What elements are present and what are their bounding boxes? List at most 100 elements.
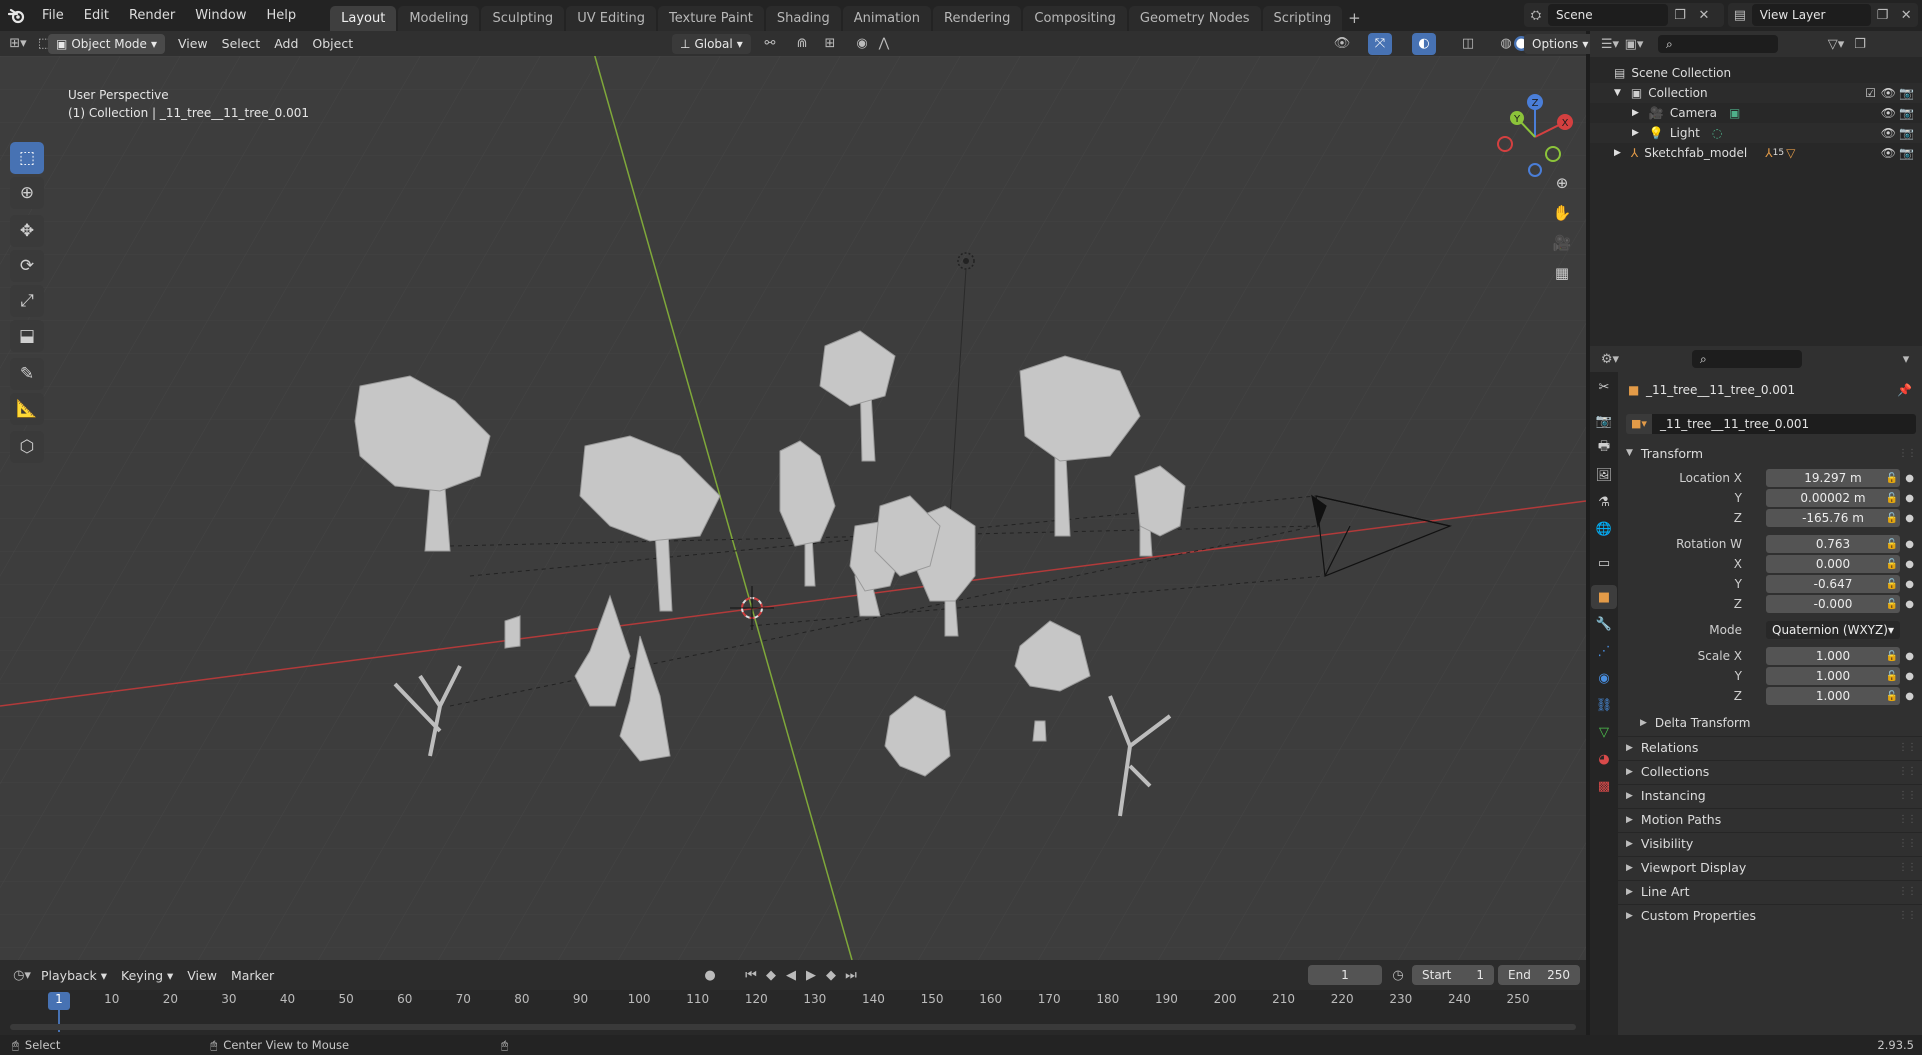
object-name-field[interactable]: _11_tree__11_tree_0.001 — [1652, 414, 1916, 434]
collections-panel-header[interactable]: ▶ Collections ⋮⋮ — [1618, 760, 1922, 782]
location-y-field[interactable]: 0.00002 m — [1766, 489, 1900, 507]
keyframe-dot-icon[interactable]: ● — [1905, 599, 1914, 610]
keyframe-dot-icon[interactable]: ● — [1905, 559, 1914, 570]
viewport-display-panel-header[interactable]: ▶ Viewport Display ⋮⋮ — [1618, 856, 1922, 878]
neg-y-axis-handle[interactable] — [1545, 146, 1561, 162]
menu-select[interactable]: Select — [215, 31, 268, 56]
record-keyframe-icon[interactable]: ● — [698, 964, 722, 986]
tool-tab-icon[interactable]: ✂ — [1591, 375, 1617, 399]
collapse-arrow-icon[interactable]: ▼ — [1614, 88, 1621, 98]
drag-handle-icon[interactable]: ⋮⋮ — [1898, 766, 1917, 777]
3d-viewport[interactable]: User Perspective (1) Collection | _11_tr… — [0, 56, 1586, 960]
lock-icon[interactable]: 🔓 — [1886, 493, 1898, 504]
keyframe-dot-icon[interactable]: ● — [1905, 513, 1914, 524]
eye-icon[interactable]: 👁 — [1881, 146, 1896, 160]
neg-x-axis-handle[interactable] — [1497, 136, 1513, 152]
lock-icon[interactable]: 🔓 — [1886, 599, 1898, 610]
expand-arrow-icon[interactable]: ▶ — [1632, 128, 1639, 138]
keyframe-dot-icon[interactable]: ● — [1905, 493, 1914, 504]
menu-window[interactable]: Window — [185, 0, 256, 31]
copy-view-layer-icon[interactable]: ❐ — [1871, 4, 1895, 26]
instancing-panel-header[interactable]: ▶ Instancing ⋮⋮ — [1618, 784, 1922, 806]
world-tab-icon[interactable]: 🌐 — [1591, 517, 1617, 541]
properties-editor-icon[interactable]: ⚙▾ — [1598, 348, 1622, 370]
cursor-tool-icon[interactable]: ⊕ — [10, 177, 44, 209]
add-cube-tool-icon[interactable]: ⬡ — [10, 431, 44, 463]
transform-orientation-dropdown[interactable]: ⊥ Global ▾ — [672, 33, 751, 54]
overlays-toggle-icon[interactable]: ◐ — [1412, 32, 1436, 55]
gizmo-toggle-icon[interactable]: ⤧ — [1368, 32, 1392, 55]
scale-tool-icon[interactable]: ⤢ — [10, 285, 44, 317]
rotation-w-field[interactable]: 0.763 — [1766, 535, 1900, 553]
outliner-row-light[interactable]: ▶ 💡 Light ◌ 👁 📷 — [1590, 123, 1922, 143]
annotate-tool-icon[interactable]: ✎ — [10, 358, 44, 390]
drag-handle-icon[interactable]: ⋮⋮ — [1898, 838, 1917, 849]
render-camera-icon[interactable]: 📷 — [1899, 86, 1914, 100]
object-mode-dropdown[interactable]: ▣ Object Mode ▾ — [48, 33, 165, 54]
menu-edit[interactable]: Edit — [74, 0, 119, 31]
play-icon[interactable]: ▶ — [802, 964, 820, 986]
zoom-icon[interactable]: ⊕ — [1548, 170, 1576, 196]
rotation-y-field[interactable]: -0.647 — [1766, 575, 1900, 593]
object-datablock-icon[interactable]: ■▾ — [1626, 414, 1652, 434]
camera-view-icon[interactable]: 🎥 — [1548, 230, 1576, 256]
new-collection-icon[interactable]: ❐ — [1848, 33, 1872, 55]
expand-arrow-icon[interactable]: ▶ — [1614, 148, 1621, 158]
material-tab-icon[interactable]: ◕ — [1591, 747, 1617, 771]
line-art-panel-header[interactable]: ▶ Line Art ⋮⋮ — [1618, 880, 1922, 902]
xray-toggle-icon[interactable]: ◫ — [1456, 33, 1480, 55]
location-z-field[interactable]: -165.76 m — [1766, 509, 1900, 527]
tab-compositing[interactable]: Compositing — [1023, 6, 1127, 31]
jump-start-icon[interactable]: ⏮ — [742, 964, 760, 986]
render-camera-icon[interactable]: 📷 — [1899, 126, 1914, 140]
relations-panel-header[interactable]: ▶ Relations ⋮⋮ — [1618, 736, 1922, 758]
tab-geometry-nodes[interactable]: Geometry Nodes — [1128, 6, 1261, 31]
navigation-gizmo[interactable]: X Z Y — [1490, 92, 1580, 182]
rotation-x-field[interactable]: 0.000 — [1766, 555, 1900, 573]
drag-handle-icon[interactable]: ⋮⋮ — [1898, 742, 1917, 753]
data-tab-icon[interactable]: ▽ — [1591, 720, 1617, 744]
custom-properties-panel-header[interactable]: ▶ Custom Properties ⋮⋮ — [1618, 904, 1922, 926]
particles-tab-icon[interactable]: ⋰ — [1591, 639, 1617, 663]
location-x-field[interactable]: 19.297 m — [1766, 469, 1900, 487]
drag-handle-icon[interactable]: ⋮⋮ — [1898, 448, 1917, 459]
tab-sculpting[interactable]: Sculpting — [481, 6, 565, 31]
outliner-row-collection[interactable]: ▼ ▣ Collection ☑ 👁 📷 — [1590, 83, 1922, 103]
lock-icon[interactable]: 🔓 — [1886, 539, 1898, 550]
pin-icon[interactable]: 📌 — [1897, 383, 1912, 397]
eye-icon[interactable]: 👁 — [1881, 126, 1896, 140]
lock-icon[interactable]: 🔓 — [1886, 691, 1898, 702]
blender-logo-icon[interactable] — [6, 5, 28, 27]
wireframe-shading-icon[interactable]: ◍ — [1500, 36, 1511, 51]
timeline-scrollbar[interactable] — [10, 1024, 1576, 1030]
display-mode-icon[interactable]: ▣▾ — [1622, 33, 1646, 55]
frame-ruler[interactable]: 1 10 20 30 40 50 60 70 80 90 100 110 120 130 140 150 160… — [0, 990, 1586, 1035]
drag-handle-icon[interactable]: ⋮⋮ — [1898, 862, 1917, 873]
outliner-row-sketchfab-model[interactable]: ▶ ⅄ Sketchfab_model ⅄ 15 ▽ 👁 📷 — [1590, 143, 1922, 163]
keyframe-dot-icon[interactable]: ● — [1905, 473, 1914, 484]
expand-arrow-icon[interactable]: ▶ — [1632, 108, 1639, 118]
copy-scene-icon[interactable]: ❐ — [1668, 4, 1692, 26]
menu-add[interactable]: Add — [267, 31, 305, 56]
scene-tab-icon[interactable]: ⚗ — [1591, 490, 1617, 514]
tab-uv-editing[interactable]: UV Editing — [566, 6, 657, 31]
eye-icon[interactable]: 👁 — [1881, 106, 1896, 120]
outliner-editor-icon[interactable]: ☰▾ — [1598, 33, 1622, 55]
proportional-edit-icon[interactable]: ◉ — [850, 33, 874, 55]
eye-icon[interactable]: 👁 — [1881, 86, 1896, 100]
select-box-tool-icon[interactable]: ⬚ — [10, 142, 44, 174]
close-view-layer-icon[interactable]: ✕ — [1894, 4, 1918, 26]
view-layer-tab-icon[interactable]: 🖼 — [1591, 463, 1617, 487]
falloff-icon[interactable]: ⋀ — [872, 33, 896, 55]
add-workspace-icon[interactable]: + — [1344, 6, 1364, 31]
menu-help[interactable]: Help — [257, 0, 307, 31]
tab-animation[interactable]: Animation — [842, 6, 931, 31]
clock-editor-icon[interactable]: ◷▾ — [10, 964, 34, 986]
physics-tab-icon[interactable]: ◉ — [1591, 666, 1617, 690]
lock-icon[interactable]: 🔓 — [1886, 579, 1898, 590]
lock-icon[interactable]: 🔓 — [1886, 513, 1898, 524]
outliner-row-camera[interactable]: ▶ 🎥 Camera ▣ 👁 📷 — [1590, 103, 1922, 123]
texture-tab-icon[interactable]: ▩ — [1591, 774, 1617, 798]
end-frame-field[interactable]: End 250 — [1498, 965, 1580, 985]
tab-scripting[interactable]: Scripting — [1262, 6, 1343, 31]
